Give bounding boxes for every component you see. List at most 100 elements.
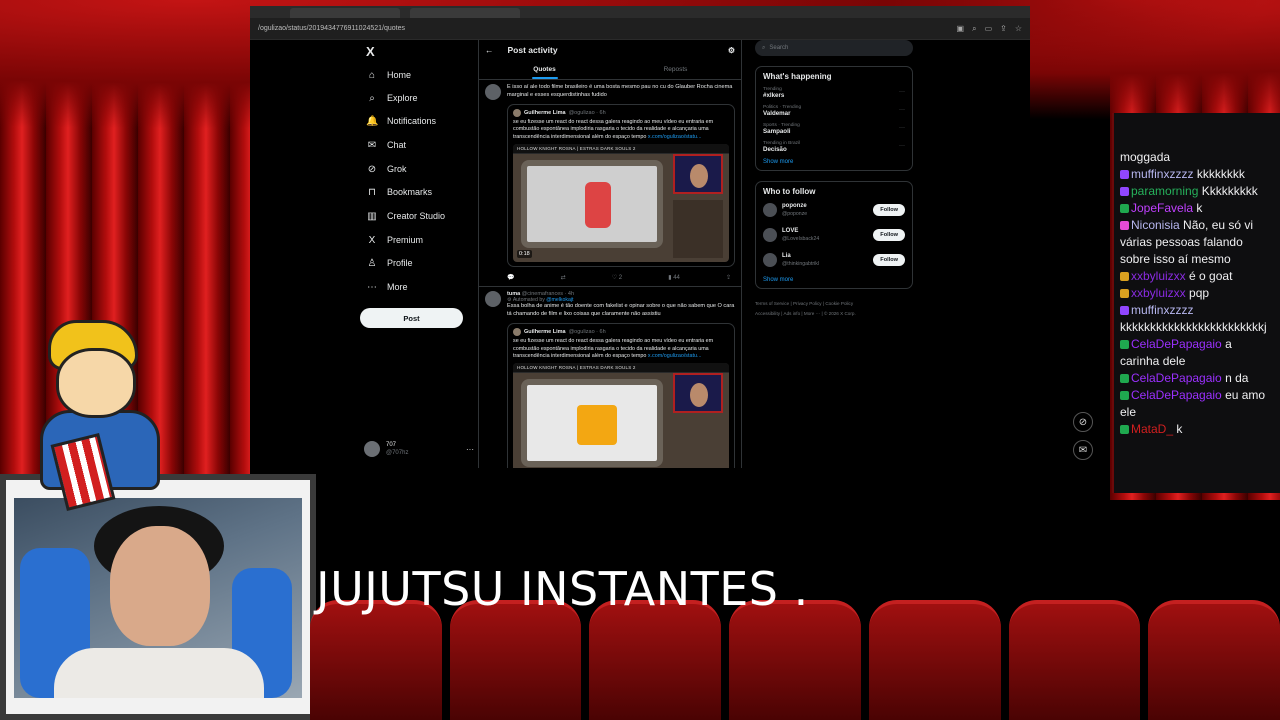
footer-link[interactable]: Privacy Policy [793,301,822,306]
quoted-link[interactable]: x.com/ogulizao/statu... [648,134,702,140]
nav-more[interactable]: ⋯ More [366,279,408,295]
chat-message: CelaDePapagaio n da [1120,370,1274,387]
chat-message: muffinxzzzz kkkkkkkkkkkkkkkkkkkkkkkkj [1120,302,1274,336]
shirt [54,648,264,698]
panel-title: Who to follow [763,187,816,196]
video-thumbnail[interactable]: HOLLOW KNIGHT ROSNA | ESTRAS DARK SOULS … [513,144,729,263]
chat-username[interactable]: xxbyluizxx [1131,269,1186,283]
trend-name: Decisão [763,146,787,153]
footer-links: Terms of Service | Privacy Policy | Cook… [755,301,856,316]
quoted-post[interactable]: Guilherme Lima @ogulizao · 6h se eu fize… [507,104,735,268]
nav-premium[interactable]: X Premium [366,232,423,248]
bookmark-icon: ⊓ [368,186,376,198]
follow-button[interactable]: Follow [873,229,905,241]
browser-tab[interactable] [410,8,520,18]
share-icon[interactable]: ⇪ [726,274,731,281]
chat-username[interactable]: Niconisia [1131,218,1180,232]
avatar[interactable] [763,203,777,217]
suggestion-name: poponze [782,203,807,209]
chat-message: moggada [1120,149,1274,166]
nav-bookmarks[interactable]: ⊓ Bookmarks [366,184,432,200]
chat-username[interactable]: JopeFavela [1131,201,1193,215]
nav-grok[interactable]: ⊘ Grok [366,161,407,177]
show-more-link[interactable]: Show more [763,277,905,283]
envelope-icon[interactable]: ✉ [1073,440,1093,460]
suggestion-handle: @poponze [782,211,808,217]
trend-item[interactable]: Trending #xlkers ··· [763,87,905,99]
search-input[interactable]: ⌕ Search [755,40,913,56]
grok-icon[interactable]: ⊘ [1073,412,1093,432]
nav-creator-studio[interactable]: ▥ Creator Studio [366,208,445,224]
share-icon[interactable]: ⇪ [1000,24,1007,34]
repost-icon[interactable]: ⇄ [561,274,566,281]
nav-home[interactable]: ⌂ Home [366,67,411,83]
quote-post[interactable]: tuma @cinemafrances · 4h ⚙ Automated by … [479,287,741,468]
install-icon[interactable]: ▭ [985,24,993,34]
footer-link[interactable]: More ··· [804,311,820,316]
nav-profile[interactable]: ♙ Profile [366,255,413,271]
quoted-text: se eu fizesse um react do react dessa ga… [513,119,729,141]
more-icon[interactable]: ··· [466,445,474,454]
views-button[interactable]: ▮ 44 [668,274,680,281]
nav-chat[interactable]: ✉ Chat [366,137,406,153]
chat-username[interactable]: CelaDePapagaio [1131,337,1222,351]
badge-icon [1120,187,1129,196]
follow-button[interactable]: Follow [873,254,905,266]
footer-link[interactable]: Terms of Service [755,301,789,306]
chat-text: k [1176,422,1183,436]
chat-username[interactable]: xxbyluizxx [1131,286,1186,300]
avatar[interactable] [763,228,777,242]
like-button[interactable]: ♡ 2 [612,274,622,281]
quoted-handle: @ogulizao · 6h [568,329,606,336]
show-more-link[interactable]: Show more [763,159,905,165]
chat-username[interactable]: muffinxzzzz [1131,303,1193,317]
post-button[interactable]: Post [360,308,463,328]
tab-quotes[interactable]: Quotes [479,60,610,79]
more-icon[interactable]: ··· [899,125,905,131]
avatar[interactable] [485,84,501,100]
trend-item[interactable]: Trending in Brazil Decisão ··· [763,141,905,153]
trend-item[interactable]: Politics · Trending Valdemar ··· [763,105,905,117]
reply-icon[interactable]: 💬 [507,274,514,281]
trend-item[interactable]: Sports · Trending Sampaoli ··· [763,123,905,135]
nav-notifications[interactable]: 🔔 Notifications [366,113,436,129]
more-icon[interactable]: ··· [899,107,905,113]
chat-username[interactable]: muffinxzzzz [1131,167,1193,181]
quoted-link[interactable]: x.com/ogulizao/statu... [648,353,702,359]
bookmark-star-icon[interactable]: ☆ [1015,24,1022,34]
x-logo-icon[interactable]: X [366,44,375,59]
more-icon[interactable]: ··· [899,143,905,149]
settings-icon[interactable]: ⚙ [728,46,735,55]
follow-button[interactable]: Follow [873,204,905,216]
address-bar[interactable]: /ogulizao/status/2019434776911024521/quo… [250,18,1030,40]
footer-link[interactable]: Cookie Policy [825,301,853,306]
footer-link[interactable]: Ads info [784,311,801,316]
more-icon[interactable]: ··· [899,89,905,95]
back-arrow-icon[interactable]: ← [485,45,494,55]
zoom-icon[interactable]: ⌕ [972,24,976,34]
quoted-post[interactable]: Guilherme Lima @ogulizao · 6h se eu fize… [507,323,735,468]
suggestion-handle: @thinkingabtrikl [782,261,819,267]
nav-label: Chat [387,140,407,150]
avatar[interactable] [763,253,777,267]
follow-suggestion[interactable]: LOVE @LoveIsback24 Follow [763,227,905,243]
chat-username[interactable]: CelaDePapagaio [1131,388,1222,402]
chat-username[interactable]: MataD_ [1131,422,1173,436]
translate-icon[interactable]: ▣ [957,24,965,34]
account-switcher[interactable]: 707 @707hz ··· [364,438,474,460]
nav-explore[interactable]: ⌕ Explore [366,90,417,106]
browser-tab[interactable] [290,8,400,18]
follow-suggestion[interactable]: poponze @poponze Follow [763,202,905,218]
video-thumbnail[interactable]: HOLLOW KNIGHT ROSNA | ESTRAS DARK SOULS … [513,363,729,468]
tab-reposts[interactable]: Reposts [610,60,741,79]
quote-post[interactable]: E isso aí ale todo filme brasileiro é um… [479,80,741,288]
url-text[interactable]: /ogulizao/status/2019434776911024521/quo… [258,25,405,32]
chat-username[interactable]: CelaDePapagaio [1131,371,1222,385]
avatar[interactable] [485,291,501,308]
badge-icon [1120,204,1129,213]
chat-username[interactable]: paramorning [1131,184,1198,198]
x-premium-icon: X [368,234,376,246]
follow-suggestion[interactable]: Lia @thinkingabtrikl Follow [763,252,905,268]
footer-link[interactable]: Accessibility [755,311,780,316]
face [690,164,708,189]
